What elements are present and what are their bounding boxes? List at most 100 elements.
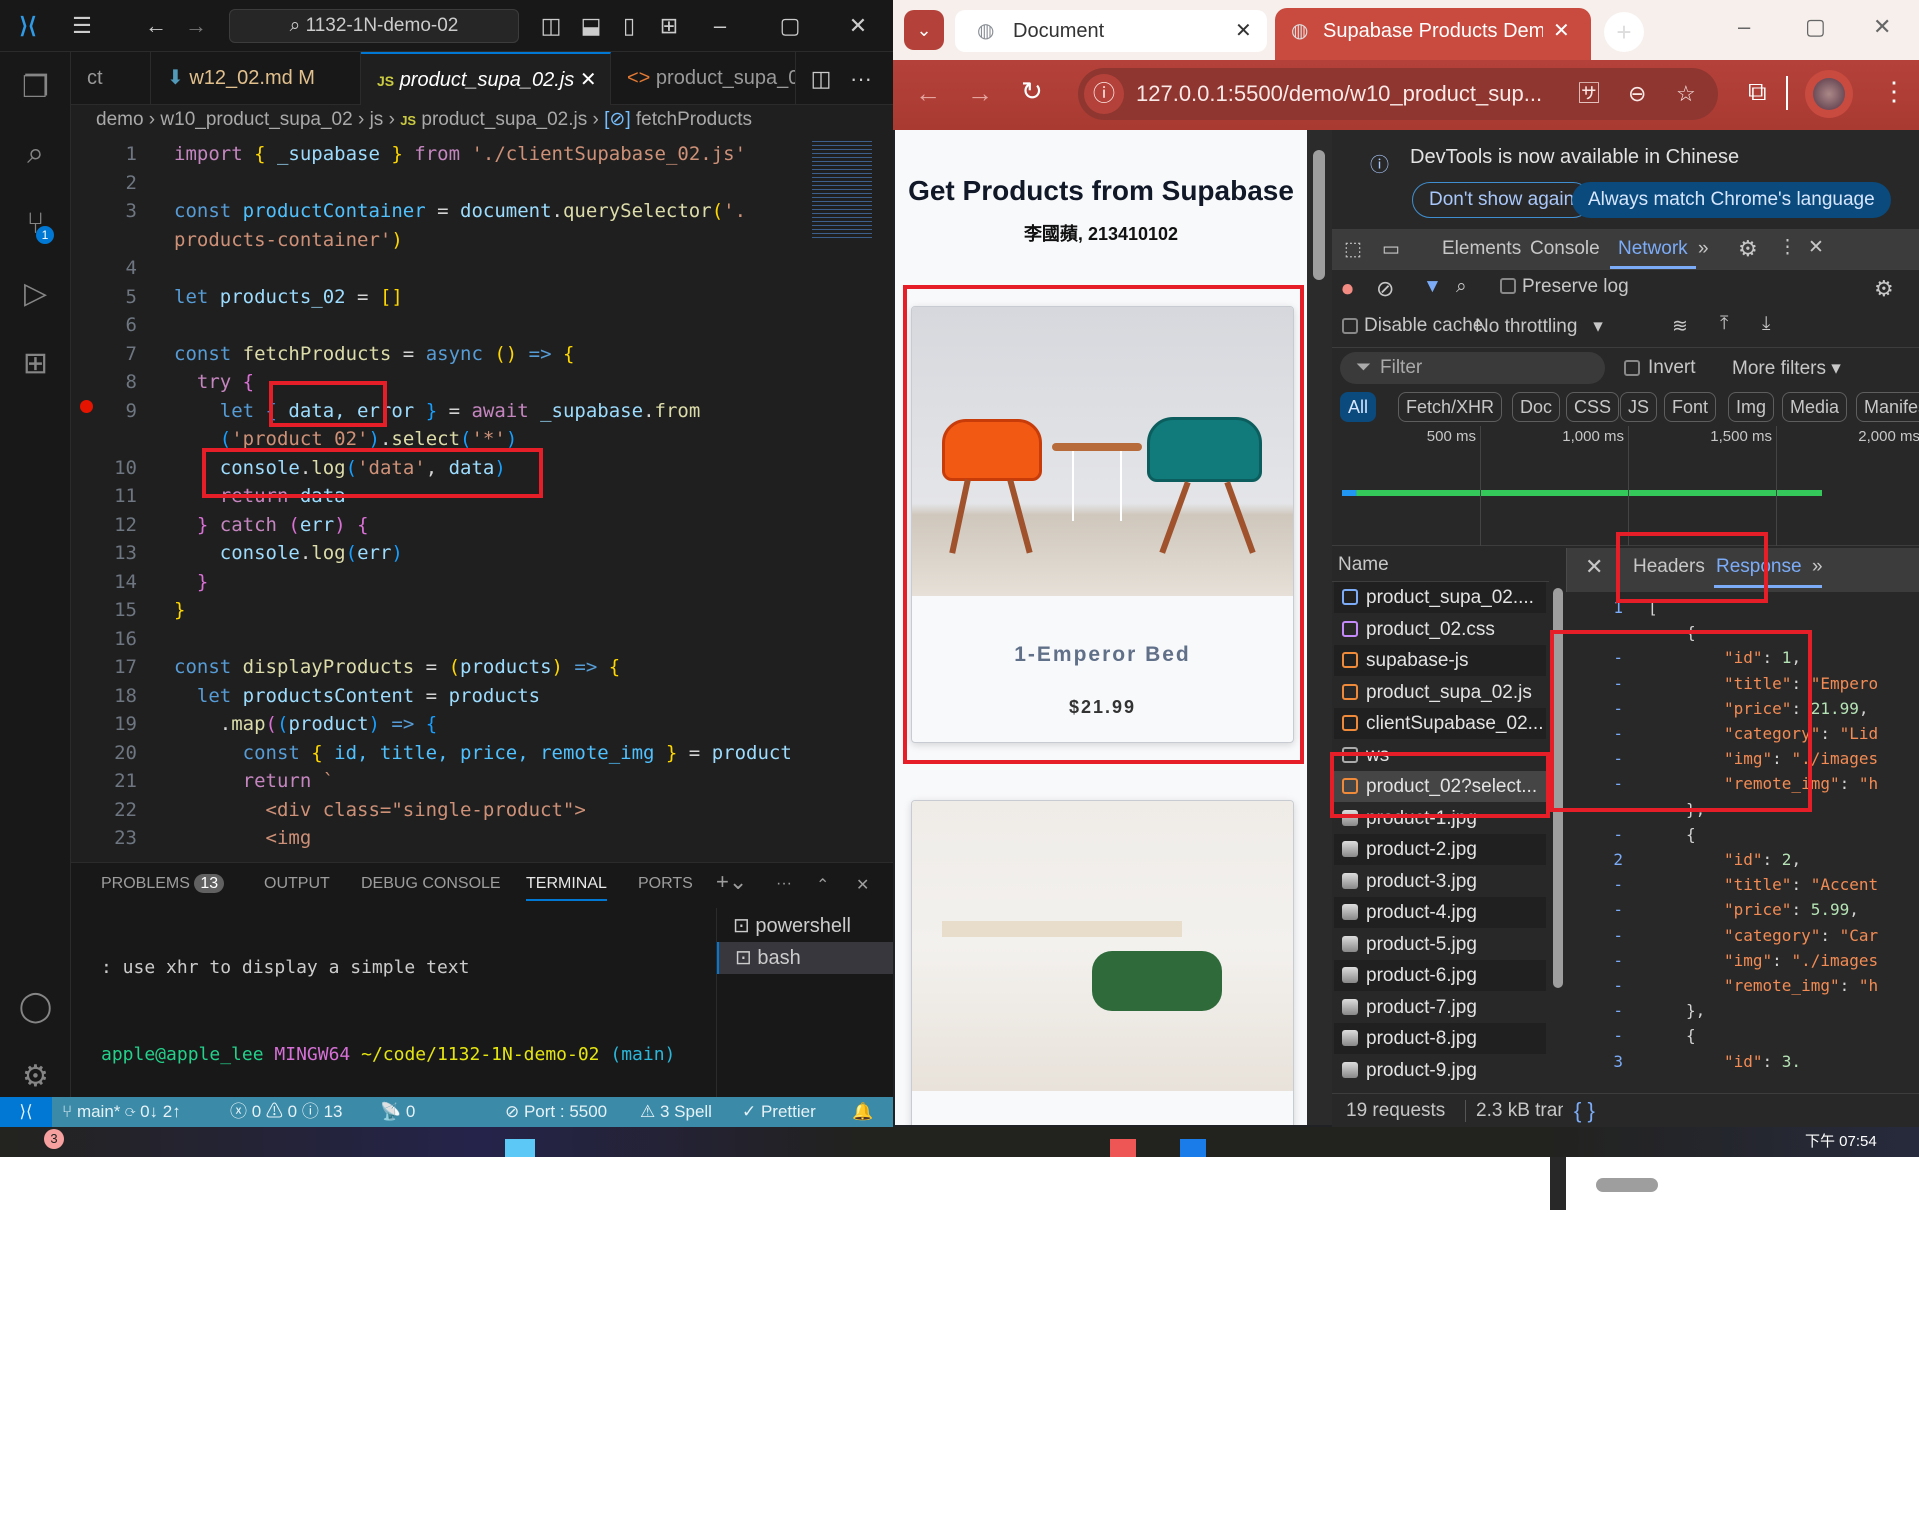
close-tab-icon[interactable]: ✕ xyxy=(1235,10,1252,52)
pretty-print-icon[interactable]: { } xyxy=(1574,1098,1595,1124)
filter-chip-manifest[interactable]: Manifest xyxy=(1856,392,1919,422)
profile-avatar[interactable] xyxy=(1805,70,1853,118)
toggle-secondary-sidebar-icon[interactable]: ▯ xyxy=(614,0,644,52)
more-detail-tabs-icon[interactable]: » xyxy=(1812,556,1823,578)
breakpoint-icon[interactable] xyxy=(80,400,93,413)
preserve-log-checkbox[interactable] xyxy=(1500,278,1516,294)
network-settings-icon[interactable]: ⚙ xyxy=(1874,276,1894,302)
tab-headers[interactable]: Headers xyxy=(1633,556,1705,578)
request-row[interactable]: product_supa_02.js xyxy=(1334,677,1546,708)
forward-icon[interactable]: → xyxy=(180,0,212,52)
notifications-bell-icon[interactable]: 🔔 xyxy=(852,1097,873,1127)
taskbar-vscode-icon[interactable] xyxy=(1180,1139,1206,1157)
disable-cache-checkbox[interactable] xyxy=(1342,318,1358,334)
translate-icon[interactable]: 🈂 xyxy=(1578,68,1600,120)
terminal-item-bash[interactable]: ⊡ bash xyxy=(717,942,894,974)
filter-chip-media[interactable]: Media xyxy=(1782,392,1848,422)
more-options-icon[interactable]: ⋮ xyxy=(1778,236,1797,259)
taskbar-app-icon[interactable] xyxy=(1110,1139,1136,1157)
breadcrumb-item[interactable]: fetchProducts xyxy=(636,109,752,130)
close-window-icon[interactable]: ✕ xyxy=(843,0,873,52)
clear-icon[interactable]: ⊘ xyxy=(1376,276,1394,302)
export-har-icon[interactable]: ⤓ xyxy=(1762,313,1770,335)
invert-checkbox[interactable] xyxy=(1624,360,1640,376)
filter-chip-fetchxhr[interactable]: Fetch/XHR xyxy=(1398,392,1503,422)
zoom-icon[interactable]: ⊖ xyxy=(1628,68,1646,120)
tab-product-supa-js[interactable]: JS product_supa_02.js ✕ xyxy=(361,52,611,105)
spell-status[interactable]: ⚠ 3 Spell xyxy=(640,1097,712,1127)
site-info-icon[interactable]: ⓘ xyxy=(1084,74,1124,114)
product-card[interactable]: 1-Emperor Bed $21.99 xyxy=(911,306,1294,743)
close-window-icon[interactable]: ✕ xyxy=(1873,14,1891,40)
request-row[interactable]: product-9.jpg xyxy=(1334,1055,1546,1086)
maximize-icon[interactable]: ▢ xyxy=(775,0,805,52)
explorer-icon[interactable]: ❐ xyxy=(0,58,71,118)
more-actions-icon[interactable]: ··· xyxy=(846,52,876,105)
tab-document[interactable]: ◍ Document ✕ xyxy=(955,10,1267,52)
request-row[interactable]: product-2.jpg xyxy=(1334,834,1546,865)
ports-status[interactable]: 📡 0 xyxy=(380,1097,415,1127)
start-icon[interactable] xyxy=(505,1139,535,1157)
tab-problems[interactable]: PROBLEMS 13 xyxy=(101,874,225,893)
problems-status[interactable]: ⓧ 0 ⚠ 0 ⓘ 13 xyxy=(230,1097,343,1127)
terminal-item-powershell[interactable]: ⊡ powershell xyxy=(717,910,894,942)
filter-chip-all[interactable]: All xyxy=(1340,392,1377,422)
command-center-search[interactable]: ⌕ 1132-1N-demo-02 xyxy=(229,9,519,43)
request-row[interactable]: product_02.css xyxy=(1334,614,1546,645)
minimize-icon[interactable]: – xyxy=(1738,14,1750,40)
remote-icon[interactable]: ⟩⟨ xyxy=(0,1097,52,1127)
breadcrumb-item[interactable]: js xyxy=(370,109,384,130)
back-icon[interactable]: ← xyxy=(915,78,941,109)
more-tabs-icon[interactable]: » xyxy=(1698,238,1709,260)
filter-chip-img[interactable]: Img xyxy=(1728,392,1775,422)
search-icon[interactable]: ⌕ xyxy=(1456,276,1467,298)
live-server-status[interactable]: ⊘ Port : 5500 xyxy=(505,1097,607,1127)
close-tab-icon[interactable]: ✕ xyxy=(580,69,597,91)
filter-chip-doc[interactable]: Doc xyxy=(1512,392,1561,422)
extensions-icon[interactable]: ⊞ xyxy=(0,334,71,394)
tab-response[interactable]: Response xyxy=(1714,556,1822,588)
close-devtools-icon[interactable]: ✕ xyxy=(1808,236,1824,259)
request-row[interactable]: product_02?select... xyxy=(1334,771,1546,802)
branch-status[interactable]: ⑂ main* ⟳ 0↓ 2↑ xyxy=(62,1097,181,1127)
tab-ports[interactable]: PORTS xyxy=(638,875,693,893)
layout-icon[interactable]: ⊞ xyxy=(654,0,684,52)
menu-icon[interactable]: ☰ xyxy=(62,0,102,52)
tab-output[interactable]: OUTPUT xyxy=(264,875,330,893)
code-editor[interactable]: 1 import { _supabase } from './clientSupa… xyxy=(71,138,811,848)
breadcrumb-item[interactable]: product_supa_02.js xyxy=(421,109,587,130)
dont-show-again-button[interactable]: Don't show again xyxy=(1412,182,1592,218)
tab-supabase-products[interactable]: ◍ Supabase Products Demo ✕ xyxy=(1275,8,1591,60)
tab-search-icon[interactable]: ⌄ xyxy=(904,10,944,50)
new-terminal-icon[interactable]: +⌄ xyxy=(716,869,747,895)
address-bar[interactable]: ⓘ 127.0.0.1:5500/demo/w10_product_sup...… xyxy=(1078,68,1718,120)
search-icon[interactable]: ⌕ xyxy=(0,124,71,184)
request-row[interactable]: product-6.jpg xyxy=(1334,960,1546,991)
filter-funnel-icon[interactable]: ▼ xyxy=(1423,276,1442,298)
maximize-panel-icon[interactable]: ⌃ xyxy=(816,875,829,895)
request-row[interactable]: product-4.jpg xyxy=(1334,897,1546,928)
back-icon[interactable]: ← xyxy=(140,0,172,52)
record-stop-icon[interactable]: ⏺ xyxy=(1342,276,1353,302)
request-row[interactable]: product_supa_02.... xyxy=(1334,582,1546,613)
maximize-icon[interactable]: ▢ xyxy=(1805,14,1826,40)
split-editor-icon[interactable]: ◫ xyxy=(806,52,836,105)
throttling-select[interactable]: No throttling ▾ xyxy=(1475,315,1603,338)
network-conditions-icon[interactable]: ≋ xyxy=(1672,315,1688,338)
close-panel-icon[interactable]: ✕ xyxy=(856,875,869,895)
account-icon[interactable]: ◯ xyxy=(0,977,71,1037)
tab-network[interactable]: Network xyxy=(1610,238,1696,269)
always-match-language-button[interactable]: Always match Chrome's language xyxy=(1572,182,1891,218)
breadcrumb-item[interactable]: w10_product_supa_02 xyxy=(160,109,352,130)
tab-hidden-file[interactable]: ct xyxy=(71,52,151,105)
toggle-sidebar-icon[interactable]: ◫ xyxy=(536,0,566,52)
request-row[interactable]: product-1.jpg xyxy=(1334,803,1546,834)
tab-console[interactable]: Console xyxy=(1530,238,1600,260)
request-row[interactable]: product-5.jpg xyxy=(1334,929,1546,960)
reload-icon[interactable]: ↻ xyxy=(1021,76,1043,107)
breadcrumb-item[interactable]: demo xyxy=(96,109,144,130)
inspect-element-icon[interactable]: ⬚ xyxy=(1344,238,1362,261)
tab-elements[interactable]: Elements xyxy=(1442,238,1521,260)
import-har-icon[interactable]: ⤒ xyxy=(1720,313,1728,335)
minimize-icon[interactable]: – xyxy=(705,0,735,52)
